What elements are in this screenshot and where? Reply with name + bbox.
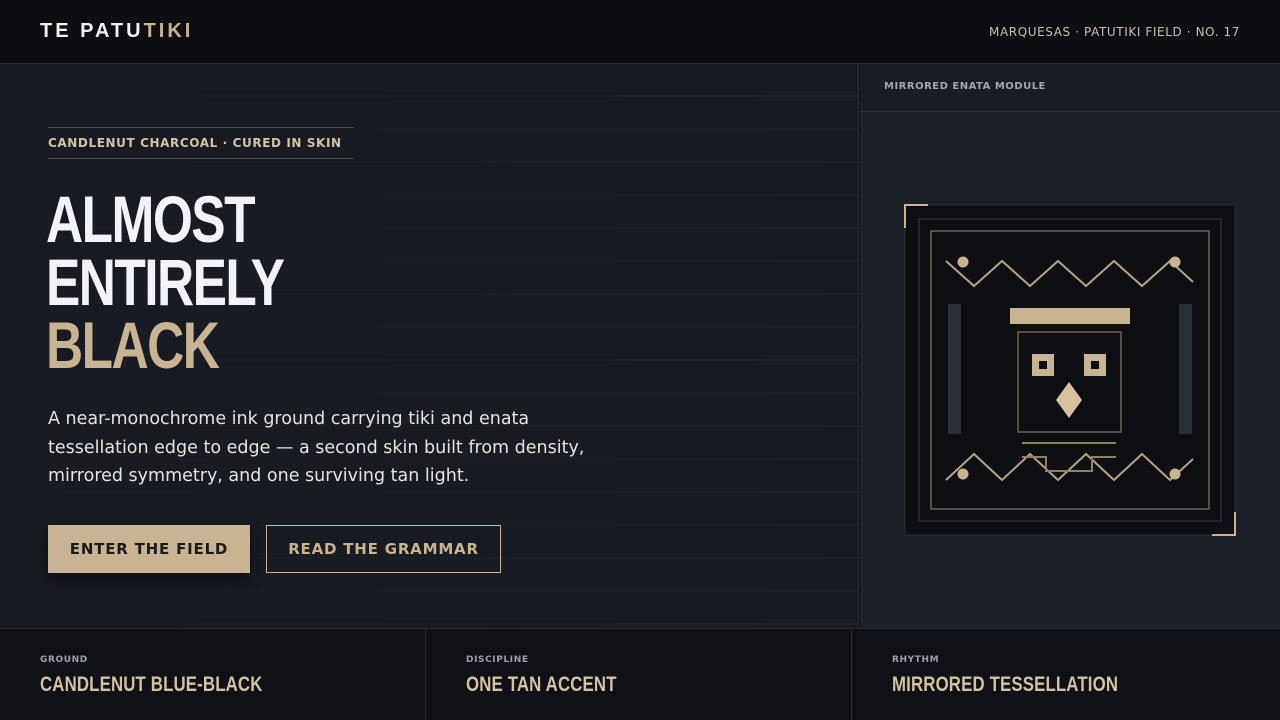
footer-bar: GROUND CANDLENUT BLUE-BLACK DISCIPLINE O… (0, 628, 1280, 720)
brand-name-part2: TIKI (143, 20, 194, 42)
enter-field-button[interactable]: ENTER THE FIELD (48, 525, 250, 573)
footer-value: ONE TAN ACCENT (466, 673, 617, 696)
brand-logo[interactable]: TE PATUTIKI (40, 20, 193, 43)
footer-key: DISCIPLINE (466, 655, 529, 665)
read-grammar-button[interactable]: READ THE GRAMMAR (266, 525, 501, 573)
field-meta: MARQUESAS · PATUTIKI FIELD · NO. 17 (989, 25, 1240, 39)
footer-key: GROUND (40, 655, 88, 665)
footer-key: RHYTHM (892, 655, 940, 665)
footer-cell-discipline: DISCIPLINE ONE TAN ACCENT (426, 629, 852, 720)
hero-lede: A near-monochrome ink ground carrying ti… (48, 409, 585, 486)
headline-line-3: BLACK (46, 308, 220, 382)
footer-value: MIRRORED TESSELLATION (892, 673, 1119, 696)
module-panel: MIRRORED ENATA MODULE (860, 64, 1280, 628)
footer-cell-rhythm: RHYTHM MIRRORED TESSELLATION (852, 629, 1280, 720)
brand-name-part1: TE PATU (40, 20, 144, 42)
module-panel-label: MIRRORED ENATA MODULE (884, 81, 1046, 92)
hero-headline: ALMOST ENTIRELY BLACK (46, 182, 285, 382)
footer-value: CANDLENUT BLUE-BLACK (40, 673, 263, 696)
footer-cell-ground: GROUND CANDLENUT BLUE-BLACK (0, 629, 426, 720)
hero-eyebrow: CANDLENUT CHARCOAL · CURED IN SKIN (48, 127, 354, 159)
headline-line-2: ENTIRELY (46, 245, 285, 319)
module-panel-header: MIRRORED ENATA MODULE (860, 64, 1280, 112)
enata-module-graphic (904, 204, 1236, 536)
headline-line-1: ALMOST (46, 182, 256, 256)
hero-section: CANDLENUT CHARCOAL · CURED IN SKIN ALMOS… (0, 64, 859, 628)
top-bar: TE PATUTIKI MARQUESAS · PATUTIKI FIELD ·… (0, 0, 1280, 64)
